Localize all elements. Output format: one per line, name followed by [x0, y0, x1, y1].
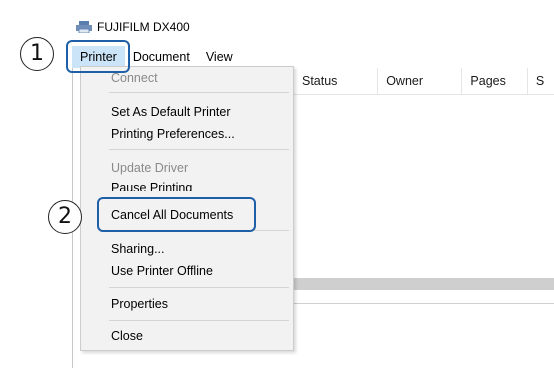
highlight-printer-menu [66, 40, 130, 73]
status-bar [294, 303, 554, 304]
step-2-callout: 2 [48, 200, 82, 234]
column-pages[interactable]: Pages [462, 68, 528, 94]
menu-document[interactable]: Document [125, 46, 198, 68]
menu-item-properties[interactable]: Properties [81, 293, 293, 315]
horizontal-scrollbar[interactable] [294, 278, 554, 290]
window-title: FUJIFILM DX400 [97, 20, 190, 34]
column-owner[interactable]: Owner [378, 68, 463, 94]
menu-item-sharing[interactable]: Sharing... [81, 238, 293, 260]
title-bar: FUJIFILM DX400 [72, 14, 554, 40]
menu-separator [109, 149, 289, 150]
menu-bar: Printer Document View [72, 46, 554, 68]
menu-view[interactable]: View [198, 46, 241, 68]
menu-separator [109, 92, 289, 93]
column-size[interactable]: S [528, 68, 554, 94]
column-header: Status Owner Pages S [294, 68, 554, 95]
step-1-callout: 1 [20, 37, 54, 71]
highlight-cancel-all [97, 197, 256, 232]
column-status[interactable]: Status [294, 68, 379, 94]
menu-separator [109, 287, 289, 288]
menu-item-set-default[interactable]: Set As Default Printer [81, 101, 293, 123]
menu-item-use-offline[interactable]: Use Printer Offline [81, 260, 293, 282]
menu-item-pause-printing[interactable]: Pause Printing [81, 177, 293, 191]
menu-separator [109, 320, 289, 321]
printer-icon [76, 21, 92, 33]
menu-item-printing-preferences[interactable]: Printing Preferences... [81, 123, 293, 145]
menu-item-update-driver[interactable]: Update Driver [81, 157, 293, 179]
menu-item-close[interactable]: Close [81, 325, 293, 347]
